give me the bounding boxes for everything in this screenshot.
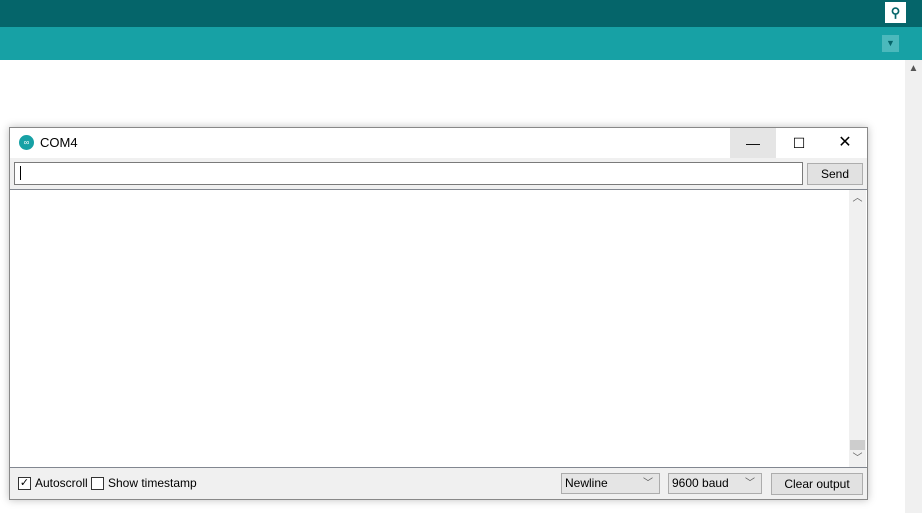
chevron-down-icon: ﹀ [643, 478, 653, 489]
arduino-logo-icon: ∞ [19, 135, 34, 150]
editor-scrollbar[interactable] [905, 60, 922, 513]
window-title: COM4 [40, 135, 78, 150]
send-button[interactable]: Send [807, 163, 863, 185]
clear-output-button[interactable]: Clear output [771, 473, 863, 495]
baud-rate-select[interactable]: 9600 baud ﹀ [668, 473, 762, 494]
autoscroll-label[interactable]: Autoscroll [35, 476, 88, 490]
scroll-down-icon[interactable]: ﹀ [849, 450, 866, 467]
minimize-button[interactable]: — [730, 128, 776, 158]
autoscroll-checkbox[interactable]: ✓ [18, 477, 31, 490]
scroll-up-icon[interactable]: ︿ [849, 190, 866, 207]
tab-menu-triangle-down-icon[interactable]: ▼ [882, 35, 899, 52]
line-ending-value: Newline [565, 476, 608, 490]
title-bar[interactable]: ∞ COM4 — ☐ ✕ [10, 128, 867, 158]
close-button[interactable]: ✕ [822, 128, 868, 158]
serial-output-area[interactable]: ︿ ﹀ [10, 189, 867, 468]
maximize-button[interactable]: ☐ [776, 128, 822, 158]
chevron-down-icon: ﹀ [745, 478, 755, 489]
output-scrollbar[interactable]: ︿ ﹀ [849, 190, 866, 467]
ide-toolbar [0, 0, 922, 27]
scrollbar-thumb[interactable] [850, 440, 865, 450]
ide-tab-bar [0, 27, 922, 60]
show-timestamp-checkbox[interactable] [91, 477, 104, 490]
serial-monitor-icon[interactable]: ⚲ [885, 2, 906, 23]
message-input[interactable] [14, 162, 803, 185]
serial-monitor-window: ∞ COM4 — ☐ ✕ Send ︿ ﹀ ✓ Autoscroll Show … [9, 127, 868, 500]
scroll-up-icon[interactable]: ▲ [905, 60, 922, 78]
line-ending-select[interactable]: Newline ﹀ [561, 473, 660, 494]
baud-rate-value: 9600 baud [672, 476, 729, 490]
text-cursor [20, 166, 21, 180]
show-timestamp-label[interactable]: Show timestamp [108, 476, 197, 490]
